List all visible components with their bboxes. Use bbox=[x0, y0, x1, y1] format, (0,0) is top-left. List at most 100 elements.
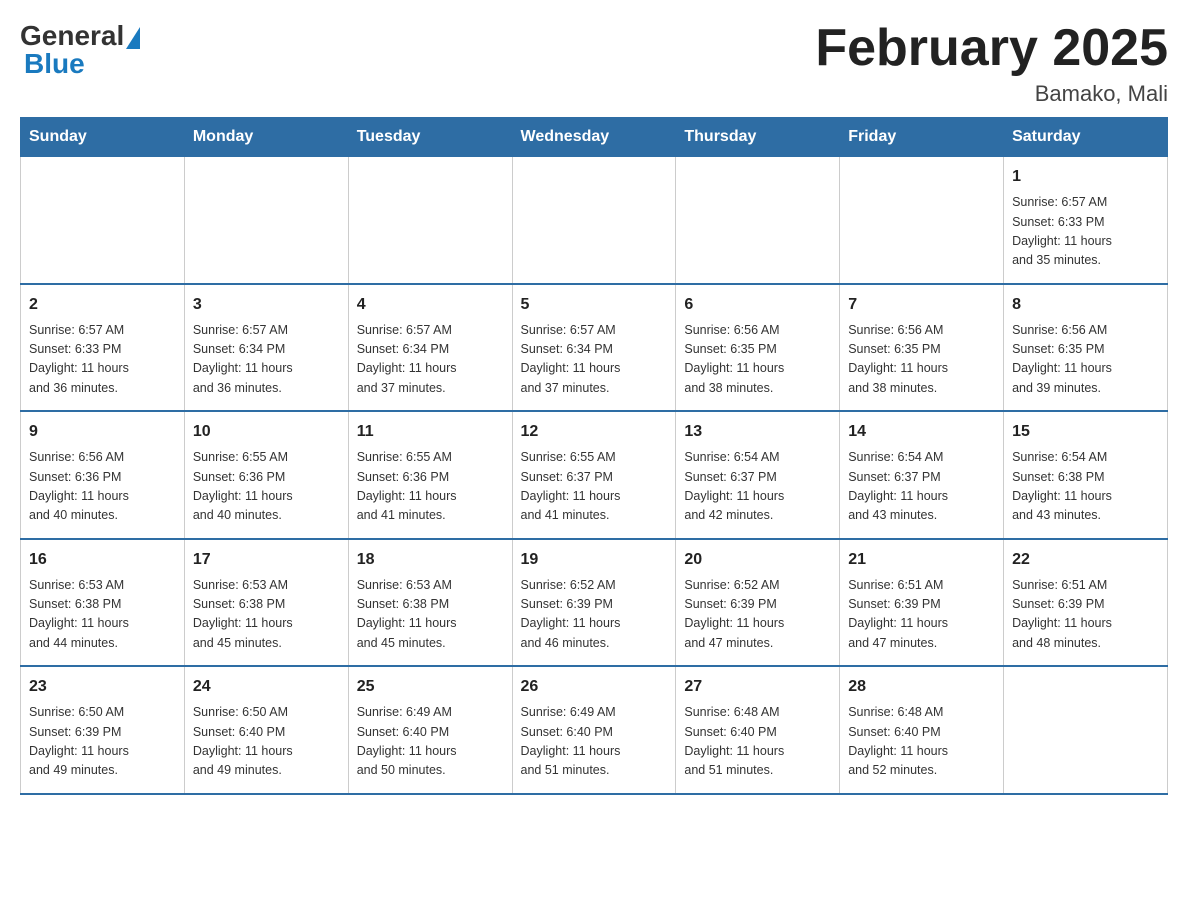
logo-blue-text: Blue bbox=[24, 48, 85, 80]
calendar-cell: 19 Sunrise: 6:52 AM Sunset: 6:39 PM Dayli… bbox=[512, 539, 676, 667]
page-header: General Blue February 2025 Bamako, Mali bbox=[20, 20, 1168, 107]
day-info: Sunrise: 6:49 AM Sunset: 6:40 PM Dayligh… bbox=[521, 703, 668, 781]
day-number: 23 bbox=[29, 675, 176, 699]
calendar-cell: 15 Sunrise: 6:54 AM Sunset: 6:38 PM Dayli… bbox=[1004, 411, 1168, 539]
day-number: 25 bbox=[357, 675, 504, 699]
calendar-cell: 4 Sunrise: 6:57 AM Sunset: 6:34 PM Daylig… bbox=[348, 284, 512, 412]
calendar-week-row: 16 Sunrise: 6:53 AM Sunset: 6:38 PM Dayli… bbox=[21, 539, 1168, 667]
day-number: 24 bbox=[193, 675, 340, 699]
day-number: 12 bbox=[521, 420, 668, 444]
calendar-cell: 12 Sunrise: 6:55 AM Sunset: 6:37 PM Dayli… bbox=[512, 411, 676, 539]
calendar-cell bbox=[348, 157, 512, 284]
day-number: 14 bbox=[848, 420, 995, 444]
day-info: Sunrise: 6:53 AM Sunset: 6:38 PM Dayligh… bbox=[29, 576, 176, 654]
day-info: Sunrise: 6:48 AM Sunset: 6:40 PM Dayligh… bbox=[684, 703, 831, 781]
calendar-cell: 18 Sunrise: 6:53 AM Sunset: 6:38 PM Dayli… bbox=[348, 539, 512, 667]
calendar-cell: 14 Sunrise: 6:54 AM Sunset: 6:37 PM Dayli… bbox=[840, 411, 1004, 539]
calendar-cell: 8 Sunrise: 6:56 AM Sunset: 6:35 PM Daylig… bbox=[1004, 284, 1168, 412]
calendar-cell: 1 Sunrise: 6:57 AM Sunset: 6:33 PM Daylig… bbox=[1004, 157, 1168, 284]
calendar-cell bbox=[184, 157, 348, 284]
day-number: 1 bbox=[1012, 165, 1159, 189]
calendar-cell: 24 Sunrise: 6:50 AM Sunset: 6:40 PM Dayli… bbox=[184, 666, 348, 794]
day-info: Sunrise: 6:57 AM Sunset: 6:33 PM Dayligh… bbox=[1012, 193, 1159, 271]
calendar-cell: 22 Sunrise: 6:51 AM Sunset: 6:39 PM Dayli… bbox=[1004, 539, 1168, 667]
day-number: 19 bbox=[521, 548, 668, 572]
day-info: Sunrise: 6:56 AM Sunset: 6:35 PM Dayligh… bbox=[848, 321, 995, 399]
day-info: Sunrise: 6:51 AM Sunset: 6:39 PM Dayligh… bbox=[1012, 576, 1159, 654]
day-number: 5 bbox=[521, 293, 668, 317]
day-number: 27 bbox=[684, 675, 831, 699]
calendar-cell bbox=[21, 157, 185, 284]
day-info: Sunrise: 6:57 AM Sunset: 6:34 PM Dayligh… bbox=[521, 321, 668, 399]
header-monday: Monday bbox=[184, 118, 348, 157]
logo-triangle-icon bbox=[126, 27, 140, 49]
day-number: 26 bbox=[521, 675, 668, 699]
day-info: Sunrise: 6:55 AM Sunset: 6:36 PM Dayligh… bbox=[193, 448, 340, 526]
calendar-cell: 25 Sunrise: 6:49 AM Sunset: 6:40 PM Dayli… bbox=[348, 666, 512, 794]
calendar-cell: 23 Sunrise: 6:50 AM Sunset: 6:39 PM Dayli… bbox=[21, 666, 185, 794]
calendar-cell: 11 Sunrise: 6:55 AM Sunset: 6:36 PM Dayli… bbox=[348, 411, 512, 539]
calendar-cell: 16 Sunrise: 6:53 AM Sunset: 6:38 PM Dayli… bbox=[21, 539, 185, 667]
calendar-week-row: 2Sunrise: 6:57 AM Sunset: 6:33 PM Daylig… bbox=[21, 284, 1168, 412]
day-info: Sunrise: 6:56 AM Sunset: 6:35 PM Dayligh… bbox=[684, 321, 831, 399]
day-number: 10 bbox=[193, 420, 340, 444]
day-number: 16 bbox=[29, 548, 176, 572]
calendar-header-row: SundayMondayTuesdayWednesdayThursdayFrid… bbox=[21, 118, 1168, 157]
day-info: Sunrise: 6:56 AM Sunset: 6:35 PM Dayligh… bbox=[1012, 321, 1159, 399]
calendar-cell: 10 Sunrise: 6:55 AM Sunset: 6:36 PM Dayli… bbox=[184, 411, 348, 539]
header-tuesday: Tuesday bbox=[348, 118, 512, 157]
day-number: 3 bbox=[193, 293, 340, 317]
calendar-cell: 3Sunrise: 6:57 AM Sunset: 6:34 PM Daylig… bbox=[184, 284, 348, 412]
calendar-cell bbox=[840, 157, 1004, 284]
day-number: 28 bbox=[848, 675, 995, 699]
calendar-cell: 9 Sunrise: 6:56 AM Sunset: 6:36 PM Daylig… bbox=[21, 411, 185, 539]
calendar-week-row: 1 Sunrise: 6:57 AM Sunset: 6:33 PM Daylig… bbox=[21, 157, 1168, 284]
day-number: 11 bbox=[357, 420, 504, 444]
calendar-week-row: 9 Sunrise: 6:56 AM Sunset: 6:36 PM Daylig… bbox=[21, 411, 1168, 539]
day-info: Sunrise: 6:54 AM Sunset: 6:37 PM Dayligh… bbox=[848, 448, 995, 526]
calendar-subtitle: Bamako, Mali bbox=[815, 81, 1168, 107]
calendar-cell: 2Sunrise: 6:57 AM Sunset: 6:33 PM Daylig… bbox=[21, 284, 185, 412]
day-info: Sunrise: 6:51 AM Sunset: 6:39 PM Dayligh… bbox=[848, 576, 995, 654]
header-wednesday: Wednesday bbox=[512, 118, 676, 157]
day-info: Sunrise: 6:50 AM Sunset: 6:39 PM Dayligh… bbox=[29, 703, 176, 781]
calendar-title: February 2025 bbox=[815, 20, 1168, 77]
day-number: 15 bbox=[1012, 420, 1159, 444]
day-info: Sunrise: 6:56 AM Sunset: 6:36 PM Dayligh… bbox=[29, 448, 176, 526]
header-saturday: Saturday bbox=[1004, 118, 1168, 157]
day-info: Sunrise: 6:52 AM Sunset: 6:39 PM Dayligh… bbox=[521, 576, 668, 654]
day-number: 21 bbox=[848, 548, 995, 572]
calendar-cell: 28 Sunrise: 6:48 AM Sunset: 6:40 PM Dayli… bbox=[840, 666, 1004, 794]
header-friday: Friday bbox=[840, 118, 1004, 157]
day-info: Sunrise: 6:54 AM Sunset: 6:37 PM Dayligh… bbox=[684, 448, 831, 526]
day-info: Sunrise: 6:52 AM Sunset: 6:39 PM Dayligh… bbox=[684, 576, 831, 654]
logo: General Blue bbox=[20, 20, 142, 80]
calendar-cell: 6 Sunrise: 6:56 AM Sunset: 6:35 PM Daylig… bbox=[676, 284, 840, 412]
calendar-cell: 7Sunrise: 6:56 AM Sunset: 6:35 PM Daylig… bbox=[840, 284, 1004, 412]
day-info: Sunrise: 6:48 AM Sunset: 6:40 PM Dayligh… bbox=[848, 703, 995, 781]
calendar-table: SundayMondayTuesdayWednesdayThursdayFrid… bbox=[20, 117, 1168, 795]
day-number: 4 bbox=[357, 293, 504, 317]
calendar-cell: 20Sunrise: 6:52 AM Sunset: 6:39 PM Dayli… bbox=[676, 539, 840, 667]
day-info: Sunrise: 6:50 AM Sunset: 6:40 PM Dayligh… bbox=[193, 703, 340, 781]
calendar-cell: 26 Sunrise: 6:49 AM Sunset: 6:40 PM Dayli… bbox=[512, 666, 676, 794]
day-info: Sunrise: 6:55 AM Sunset: 6:37 PM Dayligh… bbox=[521, 448, 668, 526]
day-number: 8 bbox=[1012, 293, 1159, 317]
header-thursday: Thursday bbox=[676, 118, 840, 157]
day-number: 9 bbox=[29, 420, 176, 444]
day-info: Sunrise: 6:54 AM Sunset: 6:38 PM Dayligh… bbox=[1012, 448, 1159, 526]
day-number: 22 bbox=[1012, 548, 1159, 572]
day-number: 17 bbox=[193, 548, 340, 572]
calendar-week-row: 23 Sunrise: 6:50 AM Sunset: 6:39 PM Dayli… bbox=[21, 666, 1168, 794]
calendar-cell bbox=[1004, 666, 1168, 794]
day-number: 18 bbox=[357, 548, 504, 572]
calendar-cell bbox=[676, 157, 840, 284]
day-info: Sunrise: 6:55 AM Sunset: 6:36 PM Dayligh… bbox=[357, 448, 504, 526]
calendar-cell: 13Sunrise: 6:54 AM Sunset: 6:37 PM Dayli… bbox=[676, 411, 840, 539]
calendar-cell: 5 Sunrise: 6:57 AM Sunset: 6:34 PM Daylig… bbox=[512, 284, 676, 412]
day-info: Sunrise: 6:53 AM Sunset: 6:38 PM Dayligh… bbox=[357, 576, 504, 654]
calendar-cell: 21 Sunrise: 6:51 AM Sunset: 6:39 PM Dayli… bbox=[840, 539, 1004, 667]
day-info: Sunrise: 6:57 AM Sunset: 6:34 PM Dayligh… bbox=[357, 321, 504, 399]
day-number: 6 bbox=[684, 293, 831, 317]
day-info: Sunrise: 6:49 AM Sunset: 6:40 PM Dayligh… bbox=[357, 703, 504, 781]
